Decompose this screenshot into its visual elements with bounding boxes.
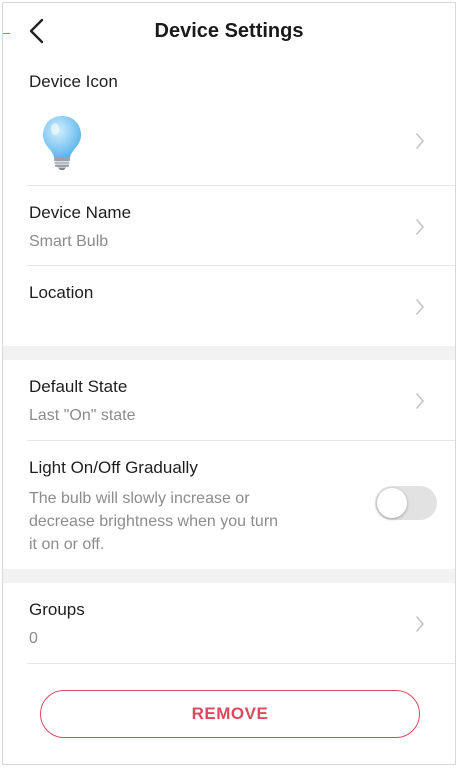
location-label: Location <box>29 283 94 302</box>
device-name-value: Smart Bulb <box>29 233 109 250</box>
default-state-label: Default State <box>29 377 128 396</box>
gradual-row: Light On/Off Gradually The bulb will slo… <box>27 441 455 569</box>
lightbulb-icon <box>43 116 81 170</box>
gradual-description-line: it on or off. <box>29 536 105 553</box>
groups-label: Groups <box>29 600 85 619</box>
device-settings-screen: Device Settings Device Icon Device Name … <box>2 2 456 765</box>
chevron-right-icon <box>416 299 424 315</box>
groups-value: 0 <box>29 630 38 647</box>
chevron-right-icon <box>416 219 424 235</box>
chevron-right-icon <box>416 133 424 149</box>
page-title: Device Settings <box>154 20 304 42</box>
device-icon-label: Device Icon <box>29 72 118 91</box>
groups-row[interactable]: Groups 0 <box>27 583 455 664</box>
gradual-label: Light On/Off Gradually <box>29 458 198 477</box>
location-row[interactable]: Location <box>27 266 455 346</box>
gradual-description: The bulb will slowly increase or decreas… <box>29 487 349 556</box>
chevron-right-icon <box>416 616 424 632</box>
section-divider <box>3 569 455 583</box>
section-divider <box>3 346 455 360</box>
remove-button[interactable]: REMOVE <box>40 690 420 738</box>
device-name-row[interactable]: Device Name Smart Bulb <box>27 186 455 266</box>
gradual-toggle[interactable] <box>375 486 437 520</box>
gradual-description-line: decrease brightness when you turn <box>29 513 279 530</box>
device-name-label: Device Name <box>29 203 132 222</box>
gradual-description-line: The bulb will slowly increase or <box>29 490 250 507</box>
chevron-right-icon <box>416 393 424 409</box>
header: Device Settings <box>3 3 455 59</box>
device-icon-row[interactable]: Device Icon <box>27 59 455 186</box>
default-state-row[interactable]: Default State Last "On" state <box>27 360 455 441</box>
toggle-knob <box>377 488 407 518</box>
default-state-value: Last "On" state <box>29 407 136 424</box>
